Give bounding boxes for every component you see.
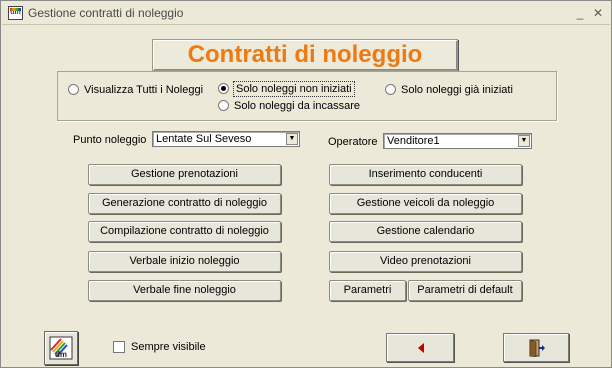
gestione-veicoli-button[interactable]: Gestione veicoli da noleggio <box>329 193 522 214</box>
punto-noleggio-select[interactable]: Lentate Sul Seveso ▼ <box>152 131 300 147</box>
logo-button[interactable]: dm <box>44 331 78 365</box>
sempre-visibile-checkbox[interactable] <box>113 341 125 353</box>
radio-indicator[interactable] <box>385 84 396 95</box>
minimize-button[interactable]: _ <box>572 5 588 21</box>
back-button[interactable] <box>386 333 454 362</box>
radio-indicator[interactable] <box>218 83 229 94</box>
radio-label: Solo noleggi non iniziati <box>233 81 355 97</box>
gestione-calendario-button[interactable]: Gestione calendario <box>329 221 522 242</box>
exit-door-icon <box>529 339 545 357</box>
operatore-label: Operatore <box>328 136 378 148</box>
exit-button[interactable] <box>503 333 569 362</box>
generazione-contratto-button[interactable]: Generazione contratto di noleggio <box>88 193 281 214</box>
gestione-prenotazioni-button[interactable]: Gestione prenotazioni <box>88 164 281 185</box>
svg-text:dm: dm <box>55 350 67 359</box>
filter-option-group: Visualizza Tutti i Noleggi Solo noleggi … <box>57 71 557 121</box>
radio-indicator[interactable] <box>68 84 79 95</box>
parametri-button[interactable]: Parametri <box>329 280 406 301</box>
punto-noleggio-value: Lentate Sul Seveso <box>156 133 252 145</box>
window-title: Gestione contratti di noleggio <box>28 6 184 20</box>
inserimento-conducenti-button[interactable]: Inserimento conducenti <box>329 164 522 185</box>
verbale-fine-button[interactable]: Verbale fine noleggio <box>88 280 281 301</box>
arrow-left-icon <box>418 343 424 353</box>
title-bar[interactable]: dm Gestione contratti di noleggio _ ✕ <box>2 2 610 25</box>
chevron-down-icon[interactable]: ▼ <box>518 135 530 147</box>
form-body: Contratti di noleggio Visualizza Tutti i… <box>2 25 610 367</box>
dm-logo-icon: dm <box>49 336 73 360</box>
punto-noleggio-label: Punto noleggio <box>73 134 147 146</box>
radio-label: Visualizza Tutti i Noleggi <box>84 84 204 96</box>
compilazione-contratto-button[interactable]: Compilazione contratto di noleggio <box>88 221 281 242</box>
page-title: Contratti di noleggio <box>187 41 423 68</box>
operatore-value: Venditore1 <box>387 135 440 147</box>
app-icon[interactable]: dm <box>8 6 23 20</box>
radio-indicator[interactable] <box>218 100 229 111</box>
parametri-default-button[interactable]: Parametri di default <box>408 280 522 301</box>
close-button[interactable]: ✕ <box>590 5 606 21</box>
video-prenotazioni-button[interactable]: Video prenotazioni <box>329 251 522 272</box>
main-window: dm Gestione contratti di noleggio _ ✕ Co… <box>0 0 612 368</box>
header-panel: Contratti di noleggio <box>152 39 458 71</box>
radio-label: Solo noleggi già iniziati <box>401 84 513 96</box>
radio-label: Solo noleggi da incassare <box>234 100 360 112</box>
chevron-down-icon[interactable]: ▼ <box>286 133 298 145</box>
operatore-select[interactable]: Venditore1 ▼ <box>383 133 532 149</box>
verbale-inizio-button[interactable]: Verbale inizio noleggio <box>88 251 281 272</box>
sempre-visibile-label: Sempre visibile <box>131 341 206 353</box>
